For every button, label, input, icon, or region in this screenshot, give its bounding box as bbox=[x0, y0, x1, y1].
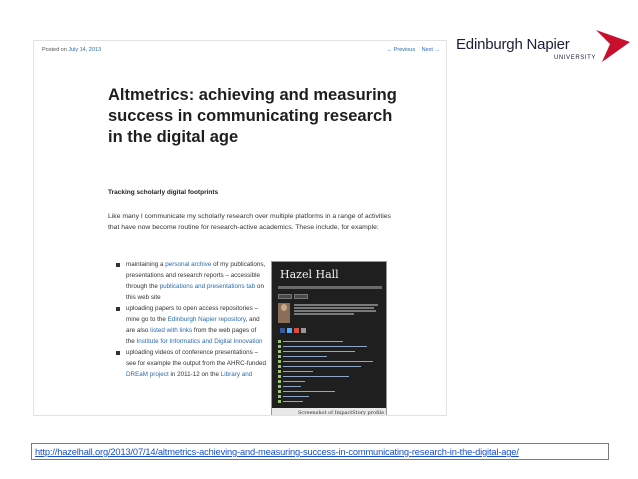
logo-name: Edinburgh Napier bbox=[456, 36, 570, 53]
publications-tab-link[interactable]: publications and presentations tab bbox=[160, 283, 256, 290]
list-item: uploading papers to open access reposito… bbox=[116, 303, 266, 347]
post-subtitle: Tracking scholarly digital footprints bbox=[108, 189, 219, 196]
activity-list: maintaining a personal archive of my pub… bbox=[116, 259, 266, 380]
previous-link[interactable]: ← Previous bbox=[387, 47, 415, 53]
profile-button bbox=[294, 294, 308, 299]
list-item: maintaining a personal archive of my pub… bbox=[116, 259, 266, 303]
profile-social-icons bbox=[280, 328, 320, 334]
post-navigation: ← Previous Next → bbox=[382, 47, 440, 53]
next-link[interactable]: Next → bbox=[422, 47, 440, 53]
profile-bio-line bbox=[294, 310, 376, 312]
university-logo: Edinburgh Napier UNIVERSITY bbox=[456, 26, 630, 66]
source-url-link[interactable]: http://hazelhall.org/2013/07/14/altmetri… bbox=[35, 447, 519, 457]
profile-button bbox=[278, 294, 292, 299]
slide: Edinburgh Napier UNIVERSITY Posted on Ju… bbox=[0, 0, 638, 479]
post-title: Altmetrics: achieving and measuring succ… bbox=[108, 86, 397, 146]
post-meta-bar: Posted on July 14, 2013 ← Previous Next … bbox=[42, 45, 440, 57]
posted-date-link[interactable]: July 14, 2013 bbox=[68, 47, 101, 53]
posted-on: Posted on July 14, 2013 bbox=[42, 47, 101, 53]
posted-prefix: Posted on bbox=[42, 47, 67, 53]
profile-screenshot-caption: Screenshot of ImpactStory profile bbox=[272, 408, 386, 415]
social-icon bbox=[301, 328, 306, 333]
source-url-box: http://hazelhall.org/2013/07/14/altmetri… bbox=[31, 443, 609, 460]
list-item-text: maintaining a bbox=[126, 261, 166, 268]
list-item-text: uploading videos of conference presentat… bbox=[126, 349, 267, 367]
repository-link[interactable]: Edinburgh Napier repository bbox=[168, 316, 246, 323]
listed-with-links-link[interactable]: listed with links bbox=[150, 327, 192, 334]
profile-screenshot: Hazel Hall Screenshot of ImpactStory pro… bbox=[271, 261, 387, 415]
profile-photo-head bbox=[281, 304, 287, 311]
profile-name: Hazel Hall bbox=[280, 268, 339, 281]
post-intro: Like many I communicate my scholarly res… bbox=[108, 213, 391, 231]
institute-link[interactable]: Institute for Informatics and Digital In… bbox=[137, 338, 263, 345]
list-item-text: in 2011-12 on the bbox=[168, 371, 221, 378]
social-icon bbox=[280, 328, 285, 333]
profile-bio-line bbox=[294, 313, 354, 315]
list-item: uploading videos of conference presentat… bbox=[116, 347, 266, 380]
profile-tagline bbox=[278, 286, 382, 289]
social-icon bbox=[287, 328, 292, 333]
dream-project-link[interactable]: DREaM project bbox=[126, 371, 169, 378]
profile-bio-line bbox=[294, 304, 378, 306]
blog-post-screenshot: Posted on July 14, 2013 ← Previous Next … bbox=[33, 40, 447, 416]
library-link[interactable]: Library and bbox=[221, 371, 253, 378]
personal-archive-link[interactable]: personal archive bbox=[165, 261, 211, 268]
logo-subtitle: UNIVERSITY bbox=[554, 55, 597, 61]
social-icon bbox=[294, 328, 299, 333]
logo-chevron-icon bbox=[596, 30, 630, 62]
profile-bio-line bbox=[294, 307, 374, 309]
